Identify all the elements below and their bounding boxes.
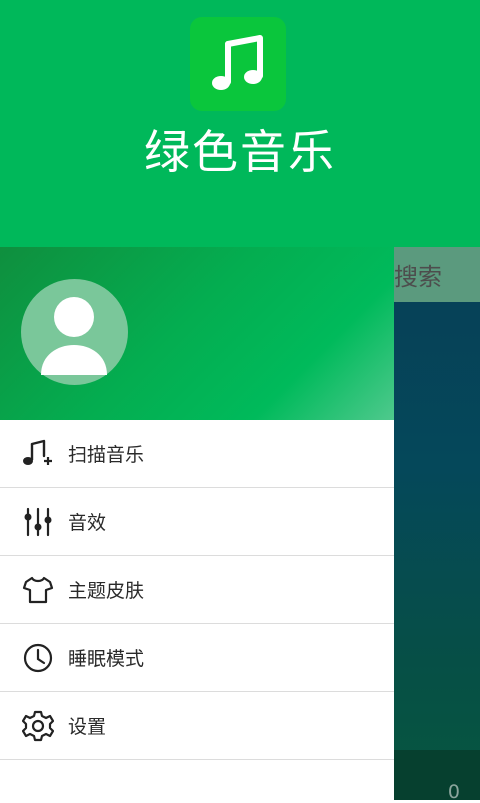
search-label[interactable]: 搜索 xyxy=(394,257,442,292)
app-header: 绿色音乐 xyxy=(0,0,480,247)
menu-label: 睡眠模式 xyxy=(68,648,145,670)
drawer-menu: 扫描音乐 音效 主题皮肤 睡眠模式 设置 xyxy=(0,420,394,760)
menu-label: 音效 xyxy=(68,512,107,534)
t-shirt-icon xyxy=(22,574,54,606)
music-scan-icon xyxy=(22,438,54,470)
app-title: 绿色音乐 xyxy=(144,125,336,179)
music-note-icon xyxy=(212,35,263,90)
menu-item-sound-effects[interactable]: 音效 xyxy=(0,488,394,556)
menu-item-sleep-mode[interactable]: 睡眠模式 xyxy=(0,624,394,692)
clock-icon xyxy=(22,642,54,674)
app-logo xyxy=(190,17,286,111)
menu-label: 设置 xyxy=(68,716,107,738)
navigation-drawer: 扫描音乐 音效 主题皮肤 睡眠模式 设置 xyxy=(0,247,394,800)
menu-label: 主题皮肤 xyxy=(68,580,145,602)
user-avatar-icon xyxy=(41,297,107,375)
drawer-header xyxy=(0,247,394,420)
menu-item-settings[interactable]: 设置 xyxy=(0,692,394,760)
equalizer-icon xyxy=(22,506,54,538)
menu-item-theme-skin[interactable]: 主题皮肤 xyxy=(0,556,394,624)
menu-label: 扫描音乐 xyxy=(68,444,145,466)
background-screen: 搜索 0 xyxy=(394,247,480,803)
background-bottom-bar xyxy=(394,750,480,800)
background-toolbar: 搜索 xyxy=(394,247,480,302)
menu-item-scan-music[interactable]: 扫描音乐 xyxy=(0,420,394,488)
gear-icon xyxy=(22,710,54,742)
avatar[interactable] xyxy=(21,279,128,385)
